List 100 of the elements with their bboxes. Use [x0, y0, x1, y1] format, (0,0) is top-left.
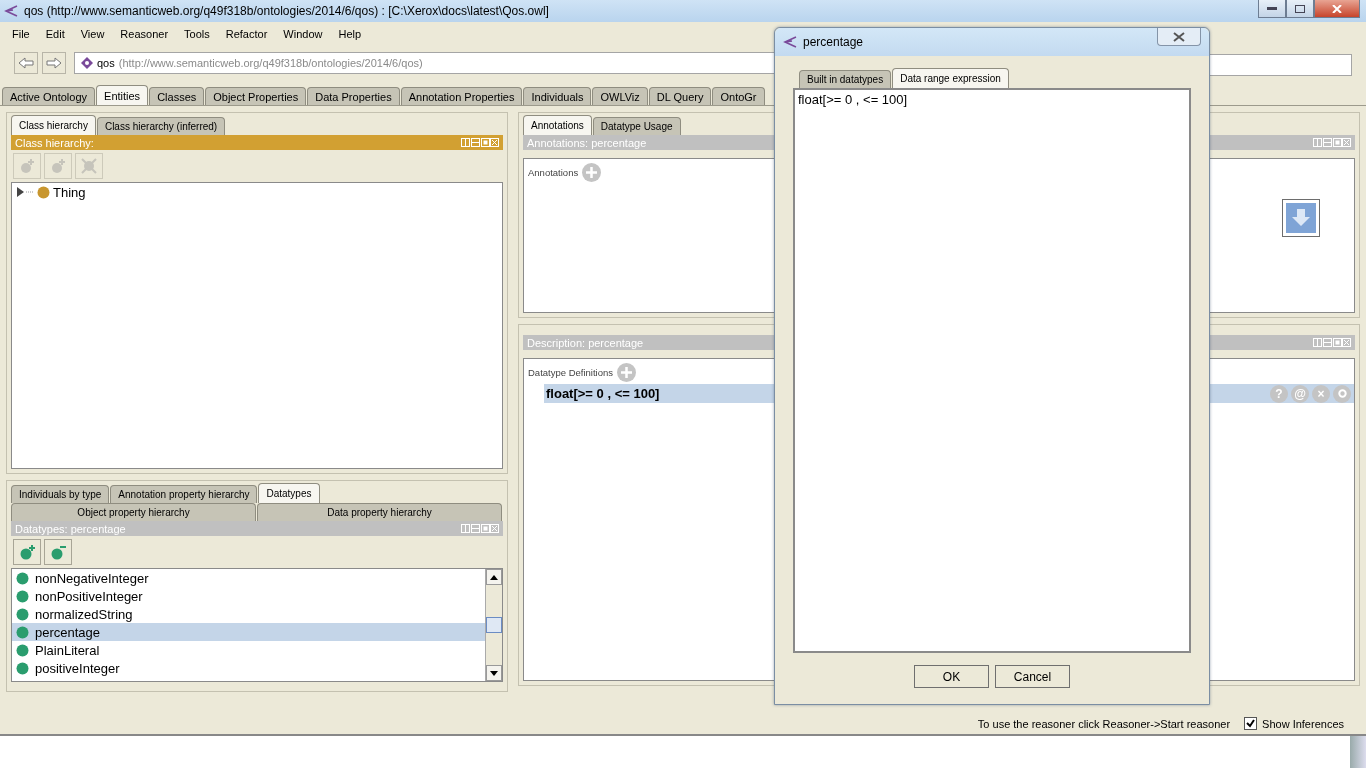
datatype-name: nonPositiveInteger [35, 588, 143, 604]
view-controls-icon[interactable] [461, 138, 499, 147]
delete-class-button[interactable] [75, 153, 103, 179]
add-icon[interactable] [617, 363, 637, 382]
scroll-thumb[interactable] [486, 617, 502, 633]
panel-title: Datatypes: percentage [15, 522, 126, 535]
ontology-name: qos [97, 57, 115, 69]
view-tab[interactable]: Object property hierarchy [11, 503, 256, 521]
datatype-icon [16, 661, 29, 675]
menu-item[interactable]: View [72, 28, 113, 40]
definition-text: float[>= 0 , <= 100] [546, 386, 660, 401]
close-button[interactable] [1314, 0, 1360, 18]
main-tab[interactable]: Annotation Properties [400, 87, 523, 105]
view-tab[interactable]: Data property hierarchy [257, 503, 502, 521]
main-tab[interactable]: DL Query [648, 87, 712, 105]
forward-button[interactable] [42, 52, 66, 74]
app-logo-icon [783, 35, 797, 49]
maximize-icon [1295, 4, 1305, 13]
dialog-tab[interactable]: Built in datatypes [799, 70, 892, 88]
datatype-icon [16, 571, 29, 585]
minimize-button[interactable] [1258, 0, 1286, 18]
menu-item[interactable]: Reasoner [112, 28, 177, 40]
view-controls-icon[interactable] [461, 524, 499, 533]
expression-field[interactable]: float[>= 0 , <= 100] [793, 88, 1191, 653]
close-icon [1332, 4, 1342, 13]
add-class-icon [49, 157, 67, 175]
scrollbar[interactable] [485, 569, 502, 681]
ontology-icon [81, 57, 93, 69]
menu-item[interactable]: Tools [176, 28, 218, 40]
close-icon [1172, 31, 1186, 42]
back-button[interactable] [14, 52, 38, 74]
datatype-name: percentage [35, 624, 101, 640]
minimize-icon [1267, 6, 1277, 11]
view-tab[interactable]: Class hierarchy (inferred) [96, 117, 226, 135]
add-icon[interactable] [582, 163, 602, 182]
menu-item[interactable]: Help [330, 28, 370, 40]
status-message: To use the reasoner click Reasoner->Start reasoner [977, 718, 1231, 730]
back-arrow-icon [18, 57, 34, 69]
menu-item[interactable]: Edit [37, 28, 73, 40]
main-tab[interactable]: Individuals [523, 87, 592, 105]
list-row[interactable]: nonPositiveInteger [12, 587, 485, 605]
download-button[interactable] [1282, 199, 1320, 237]
edit-button[interactable] [1333, 384, 1351, 403]
cancel-button[interactable]: Cancel [995, 665, 1070, 688]
datatype-icon [16, 643, 29, 657]
app-logo-icon [4, 4, 18, 18]
datatype-name: PlainLiteral [35, 642, 100, 658]
ontology-iri: (http://www.semanticweb.org/q49f318b/ontologies/2014/6/qos) [118, 57, 423, 69]
window-title: qos (http://www.semanticweb.org/q49f318b/ontologies/2014/6/qos) : [C:\Xerox\docs\latest\Qos.owl] [24, 4, 549, 18]
list-row[interactable]: positiveInteger [12, 659, 485, 677]
check-icon [1246, 719, 1256, 728]
view-tab[interactable]: Class hierarchy [11, 115, 96, 135]
menu-item[interactable]: Refactor [217, 28, 276, 40]
menu-item[interactable]: File [4, 28, 38, 40]
maximize-button[interactable] [1286, 0, 1314, 18]
view-tab[interactable]: Annotation property hierarchy [110, 485, 258, 503]
class-icon [37, 185, 50, 199]
view-controls-icon[interactable] [1313, 338, 1351, 347]
view-tab[interactable]: Datatype Usage [592, 117, 681, 135]
list-row[interactable]: nonNegativeInteger [12, 569, 485, 587]
view-controls-icon[interactable] [1313, 138, 1351, 147]
menu-item[interactable]: Window [275, 28, 331, 40]
scrollbar[interactable] [1350, 736, 1366, 768]
datatype-name: normalizedString [35, 606, 133, 622]
view-tab[interactable]: Annotations [523, 115, 592, 135]
datatype-name: nonNegativeInteger [35, 570, 149, 586]
show-inferences-checkbox[interactable] [1244, 717, 1258, 730]
section-label: Datatype Definitions [528, 367, 614, 378]
panel-title: Description: percentage [527, 336, 644, 349]
dialog-title: percentage [803, 35, 864, 49]
main-tab[interactable]: OWLViz [592, 87, 648, 105]
dialog-tab[interactable]: Data range expression [892, 68, 1009, 88]
scroll-up-icon[interactable] [490, 574, 498, 580]
main-tab[interactable]: Data Properties [307, 87, 400, 105]
close-button[interactable] [1157, 28, 1201, 46]
remove-datatype-icon [49, 543, 67, 561]
add-sibling-button[interactable] [44, 153, 72, 179]
add-datatype-icon [18, 543, 36, 561]
list-row[interactable]: normalizedString [12, 605, 485, 623]
scroll-down-icon[interactable] [490, 670, 498, 676]
list-row[interactable]: PlainLiteral [12, 641, 485, 659]
delete-datatype-button[interactable] [44, 539, 72, 565]
main-tab[interactable]: Object Properties [205, 87, 307, 105]
checkbox-label: Show Inferences [1262, 717, 1344, 730]
expand-icon[interactable] [16, 187, 34, 197]
add-datatype-button[interactable] [13, 539, 41, 565]
datatype-icon [16, 589, 29, 603]
tree-item[interactable]: Thing [53, 184, 86, 200]
view-tab[interactable]: Datatypes [258, 483, 320, 503]
main-tab[interactable]: Active Ontology [2, 87, 96, 105]
main-tab[interactable]: Entities [96, 85, 149, 105]
ok-button[interactable]: OK [914, 665, 989, 688]
datatype-name: positiveInteger [35, 660, 120, 676]
ring-icon [1337, 389, 1347, 398]
view-tab[interactable]: Individuals by type [11, 485, 110, 503]
list-row[interactable]: percentage [12, 623, 485, 641]
add-subclass-button[interactable] [13, 153, 41, 179]
main-tab[interactable]: OntoGr [712, 87, 765, 105]
main-tab[interactable]: Classes [149, 87, 205, 105]
section-label: Annotations [528, 167, 579, 178]
